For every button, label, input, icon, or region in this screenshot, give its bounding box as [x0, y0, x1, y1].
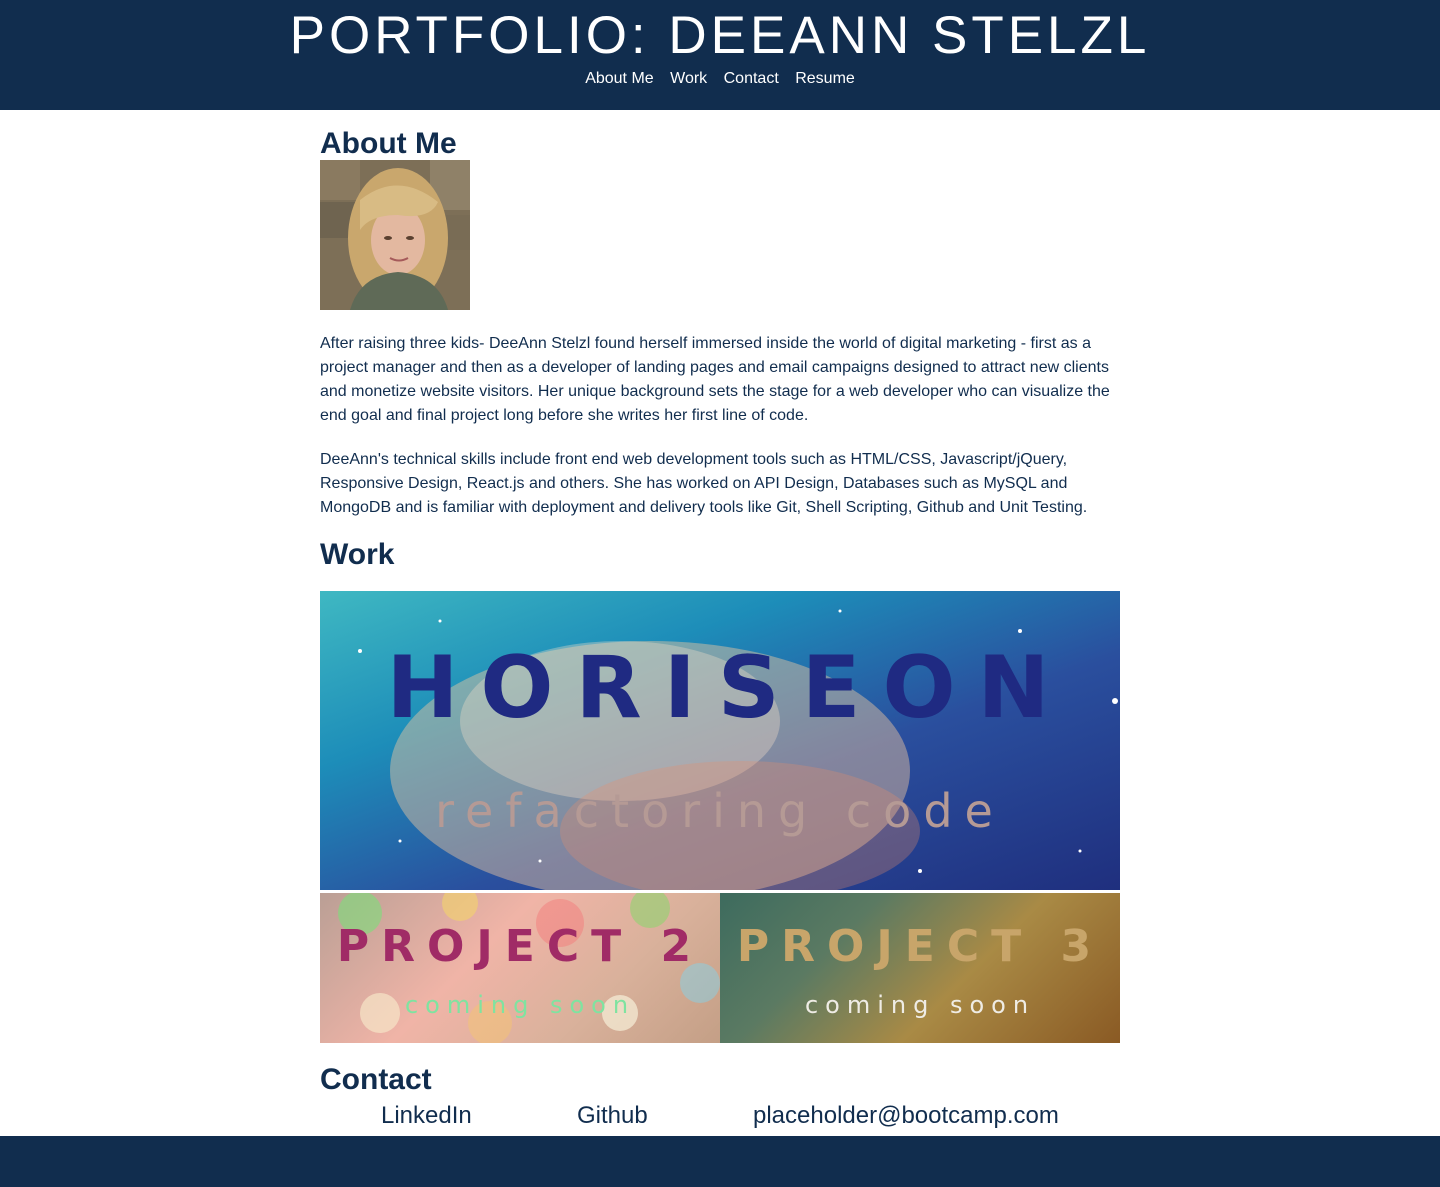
- site-title: PORTFOLIO: DEEANN STELZL: [289, 6, 1151, 65]
- project-3-subtitle: coming soon: [804, 991, 1036, 1019]
- project-2-subtitle: coming soon: [404, 991, 636, 1019]
- nav-link-resume[interactable]: Resume: [795, 70, 855, 87]
- project-2-card[interactable]: PROJECT 2 coming soon: [320, 893, 720, 1043]
- nav-link-about-me[interactable]: About Me: [585, 70, 653, 87]
- nav-link-work[interactable]: Work: [670, 70, 707, 87]
- project-2-title: PROJECT 2: [336, 921, 704, 972]
- project-3-card[interactable]: PROJECT 3 coming soon: [720, 893, 1120, 1043]
- featured-project-card[interactable]: HORISEON refactoring code: [320, 591, 1120, 890]
- about-paragraph-2: DeeAnn's technical skills include front …: [320, 451, 1088, 516]
- about-heading: About Me: [320, 127, 457, 160]
- galaxy-background: [358, 609, 1118, 890]
- about-paragraph-1: After raising three kids- DeeAnn Stelzl …: [320, 335, 1110, 424]
- email-link[interactable]: placeholder@bootcamp.com: [753, 1101, 1059, 1131]
- github-link[interactable]: Github: [577, 1101, 648, 1131]
- nav-link-contact[interactable]: Contact: [724, 70, 779, 87]
- site-header: PORTFOLIO: DEEANN STELZL About Me Work C…: [0, 0, 1440, 110]
- profile-photo: [320, 160, 470, 310]
- contact-heading: Contact: [320, 1063, 432, 1096]
- site-footer: [0, 1136, 1440, 1187]
- work-heading: Work: [320, 538, 395, 571]
- main-nav: About Me Work Contact Resume: [0, 68, 1440, 90]
- featured-project-title: HORISEON: [386, 638, 1072, 738]
- linkedin-link[interactable]: LinkedIn: [381, 1101, 472, 1131]
- featured-project-subtitle: refactoring code: [435, 784, 1005, 838]
- profile-photo-illustration: [320, 160, 470, 310]
- project-3-title: PROJECT 3: [736, 921, 1104, 972]
